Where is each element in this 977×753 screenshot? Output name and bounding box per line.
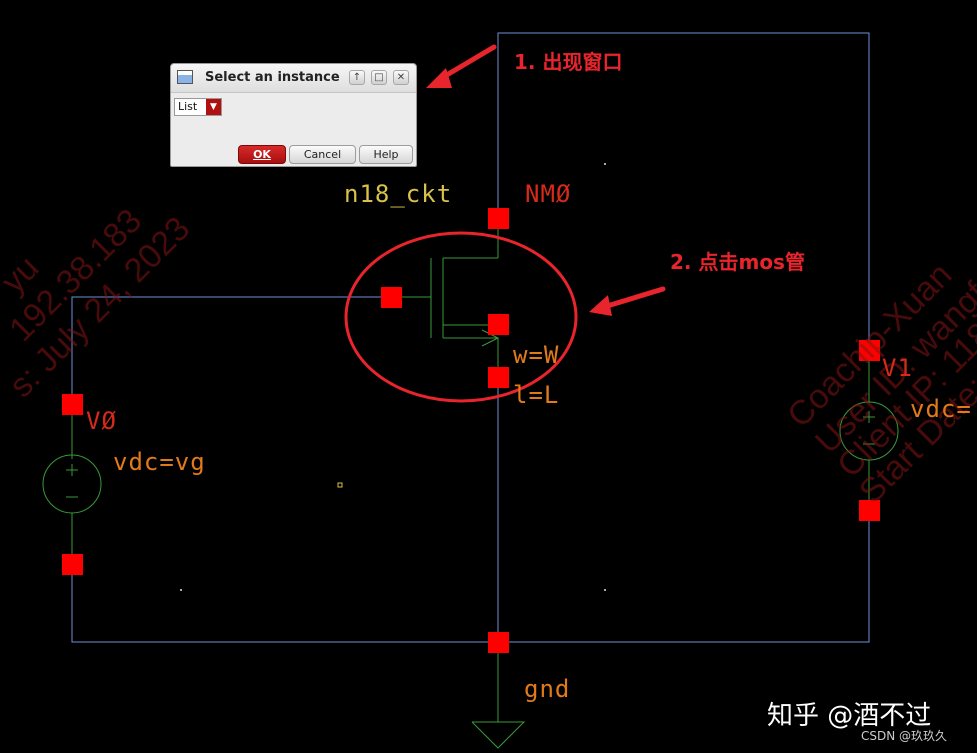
source-v1-param: vdc= bbox=[910, 395, 972, 423]
ground-label: gnd bbox=[524, 675, 571, 703]
dialog-title: Select an instance bbox=[205, 70, 340, 85]
chevron-down-icon[interactable]: ▼ bbox=[206, 99, 221, 115]
window-app-icon bbox=[177, 70, 193, 84]
pin-gnd bbox=[488, 632, 509, 653]
source-v0-name: VØ bbox=[86, 407, 117, 435]
pin-v0-bottom bbox=[62, 554, 83, 575]
ground-symbol[interactable] bbox=[471, 642, 526, 749]
mos-length-param: l=L bbox=[513, 381, 560, 409]
mos-width-param: w=W bbox=[513, 341, 560, 369]
up-arrow-icon[interactable]: ↑ bbox=[349, 70, 365, 85]
csdn-watermark: CSDN @玖玖久 bbox=[861, 729, 948, 743]
annotation-step2: 2. 点击mos管 bbox=[670, 250, 805, 274]
nmos-transistor[interactable] bbox=[391, 228, 500, 377]
source-v0-param: vdc=vg bbox=[113, 448, 206, 476]
list-select-value: List bbox=[178, 100, 198, 113]
list-select[interactable]: List ▼ bbox=[174, 98, 222, 116]
ok-button[interactable]: OK bbox=[238, 145, 286, 164]
pin-drain bbox=[488, 208, 509, 229]
maximize-icon[interactable]: □ bbox=[371, 70, 387, 85]
cancel-button[interactable]: Cancel bbox=[289, 145, 356, 164]
pin-gate bbox=[381, 287, 402, 308]
select-instance-dialog[interactable]: Select an instance ↑ □ ✕ List ▼ OK Cance… bbox=[170, 63, 417, 167]
arrow-to-dialog bbox=[437, 44, 497, 82]
dialog-titlebar[interactable]: Select an instance ↑ □ ✕ bbox=[171, 64, 416, 93]
source-v1-name: V1 bbox=[882, 354, 913, 382]
annotation-step1: 1. 出现窗口 bbox=[514, 50, 623, 74]
pin-v0-top bbox=[62, 394, 83, 415]
cell-name-label: n18_ckt bbox=[344, 180, 453, 208]
help-button[interactable]: Help bbox=[359, 145, 413, 164]
close-icon[interactable]: ✕ bbox=[393, 70, 409, 85]
pin-body bbox=[488, 314, 509, 335]
pin-source bbox=[488, 367, 509, 388]
instance-name-label: NMØ bbox=[525, 180, 572, 208]
arrow-to-mos bbox=[601, 286, 666, 310]
